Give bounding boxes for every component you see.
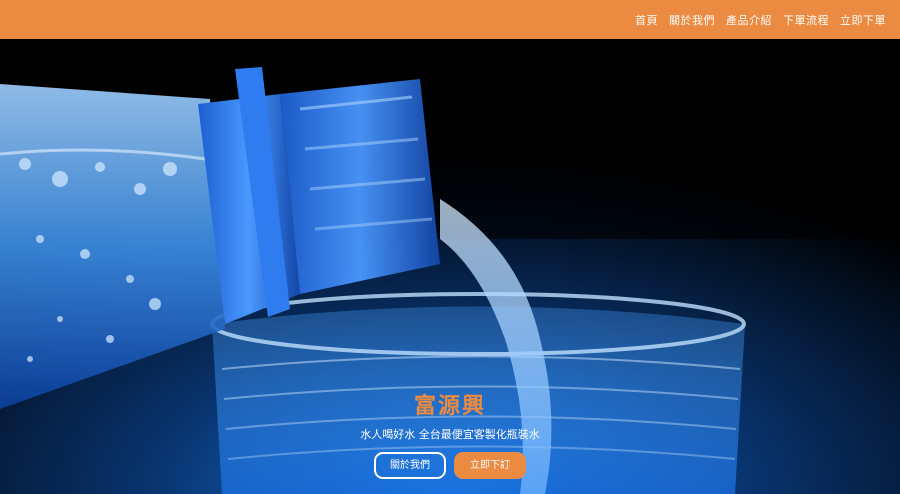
order-now-button[interactable]: 立即下訂 [454, 452, 526, 479]
main-nav: 首頁 關於我們 產品介紹 下單流程 立即下單 [624, 0, 886, 39]
hero-caption: 富源興 水人喝好水 全台最便宜客製化瓶裝水 關於我們 立即下訂 [0, 392, 900, 479]
nav-item-order-process[interactable]: 下單流程 [783, 12, 829, 28]
hero-buttons: 關於我們 立即下訂 [0, 452, 900, 479]
nav-item-order-now[interactable]: 立即下單 [840, 12, 886, 28]
top-nav-bar: 首頁 關於我們 產品介紹 下單流程 立即下單 [0, 0, 900, 39]
about-us-button[interactable]: 關於我們 [374, 452, 446, 479]
hero-subtitle: 水人喝好水 全台最便宜客製化瓶裝水 [360, 428, 540, 441]
nav-item-about[interactable]: 關於我們 [669, 12, 715, 28]
nav-item-home[interactable]: 首頁 [635, 12, 658, 28]
nav-item-products[interactable]: 產品介紹 [726, 12, 772, 28]
hero-title: 富源興 [413, 394, 486, 419]
